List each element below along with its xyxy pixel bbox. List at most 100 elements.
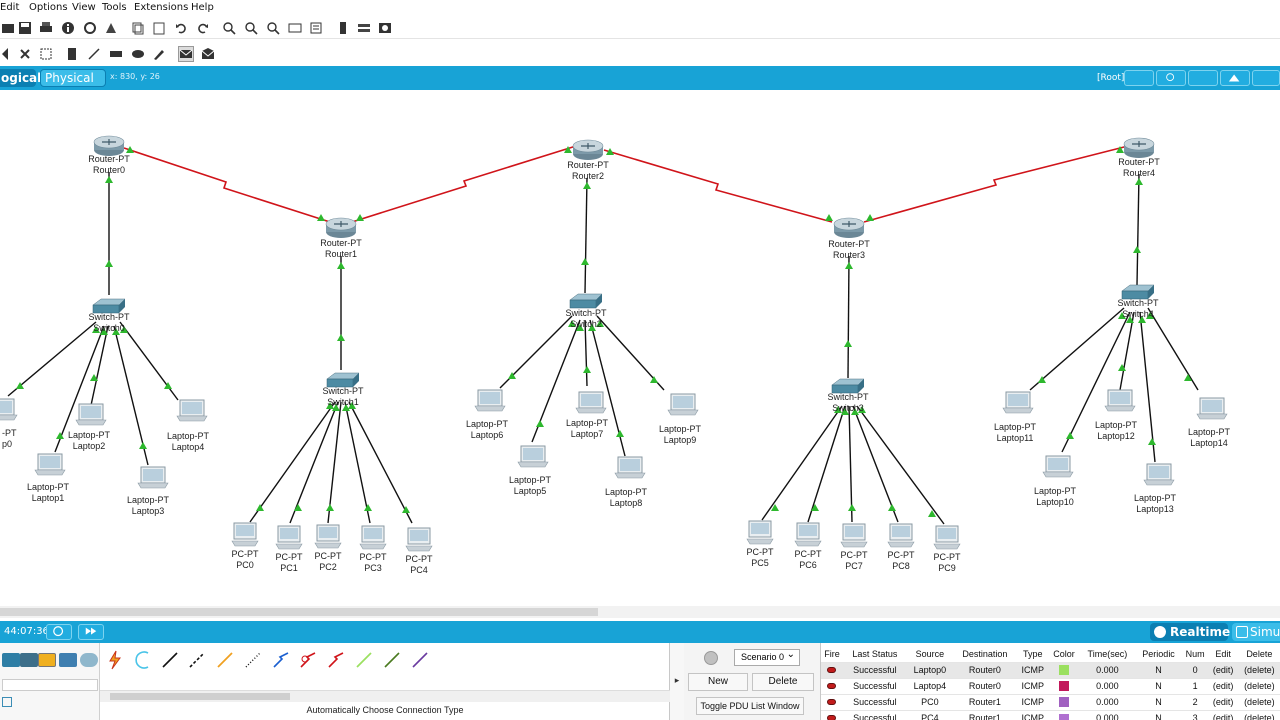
coaxial-icon[interactable]	[270, 649, 292, 671]
serial-dce-icon[interactable]	[297, 649, 319, 671]
table-row[interactable]: Successful Laptop0 Router0 ICMP 0.000 N …	[821, 661, 1280, 678]
redo-icon[interactable]	[195, 20, 211, 36]
copy-icon[interactable]	[130, 20, 146, 36]
fire-icon[interactable]	[827, 683, 837, 689]
table-row[interactable]: Successful PC4 Router1 ICMP 0.000 N 3 (e…	[821, 709, 1280, 720]
network-canvas[interactable]: Router-PT Router0 Router-PT Router1 Router…	[0, 90, 1280, 606]
link-router3-router4[interactable]	[863, 145, 1129, 223]
info-icon[interactable]	[60, 20, 76, 36]
zoom-in-icon[interactable]	[221, 20, 237, 36]
environment-button[interactable]	[1252, 70, 1280, 86]
rectangle-icon[interactable]	[108, 46, 124, 62]
menu-extensions[interactable]: Extensions	[134, 2, 188, 13]
end-devices-icon[interactable]	[20, 653, 38, 667]
custom-device-icon[interactable]	[308, 20, 324, 36]
components-icon[interactable]	[59, 653, 77, 667]
grid-icon[interactable]	[2, 697, 12, 707]
connection-scrollbar[interactable]	[100, 690, 670, 702]
table-row[interactable]: Successful Laptop4 Router0 ICMP 0.000 N …	[821, 677, 1280, 694]
connections-icon[interactable]	[38, 653, 56, 667]
note-icon[interactable]	[64, 46, 80, 62]
link-router1-router2[interactable]	[351, 145, 577, 223]
phone-cable-icon[interactable]	[242, 649, 264, 671]
pdu-edit-link[interactable]: (edit)	[1208, 693, 1238, 710]
fire-icon[interactable]	[827, 699, 837, 705]
menu-help[interactable]: Help	[191, 2, 214, 13]
menu-options[interactable]: Options	[29, 2, 68, 13]
zoom-reset-icon[interactable]	[243, 20, 259, 36]
scenario-info-icon[interactable]	[704, 651, 718, 665]
screenshot-icon[interactable]	[377, 20, 393, 36]
pdu-delete-link[interactable]: (delete)	[1237, 693, 1280, 710]
set-tiled-background-button[interactable]	[1188, 70, 1218, 86]
pdu-edit-link[interactable]: (edit)	[1208, 661, 1238, 678]
fast-forward-button[interactable]	[78, 624, 104, 640]
viewport-button[interactable]	[1220, 70, 1250, 86]
console-cable-icon[interactable]	[132, 649, 154, 671]
undo-icon[interactable]	[173, 20, 189, 36]
server-icon[interactable]	[356, 20, 372, 36]
menu-view[interactable]: View	[72, 2, 96, 13]
new-scenario-button[interactable]: New	[688, 673, 748, 691]
link-router0-router1[interactable]	[123, 147, 331, 223]
zoom-out-icon[interactable]	[265, 20, 281, 36]
open-icon[interactable]	[0, 20, 16, 36]
table-row[interactable]: Successful PC0 Router1 ICMP 0.000 N 2 (e…	[821, 693, 1280, 710]
pdu-edit-link[interactable]: (edit)	[1208, 677, 1238, 694]
iot-cable-icon[interactable]	[381, 649, 403, 671]
pdu-delete-link[interactable]: (delete)	[1237, 709, 1280, 720]
auto-connection-icon[interactable]	[104, 649, 126, 671]
network-wizard-icon[interactable]	[82, 20, 98, 36]
copper-cross-icon[interactable]	[186, 649, 208, 671]
panel-collapse-arrow[interactable]: ▸	[670, 643, 684, 720]
router1-type: Router-PT	[320, 238, 362, 248]
menu-tools[interactable]: Tools	[102, 2, 127, 13]
tab-physical[interactable]: Physical	[40, 69, 106, 87]
usb-cable-icon[interactable]	[409, 649, 431, 671]
new-cluster-button[interactable]	[1124, 70, 1154, 86]
simulation-mode-button[interactable]: Simul	[1232, 623, 1280, 641]
pc6-label: PC-PT PC6	[795, 549, 822, 571]
drawing-palette-icon[interactable]	[287, 20, 303, 36]
delete-icon[interactable]	[17, 46, 33, 62]
menu-edit[interactable]: Edit	[0, 2, 19, 13]
toggle-pdu-list-button[interactable]: Toggle PDU List Window	[696, 697, 804, 715]
paste-icon[interactable]	[151, 20, 167, 36]
serial-dte-icon[interactable]	[325, 649, 347, 671]
canvas-horizontal-scrollbar[interactable]	[0, 606, 1280, 618]
scrollbar-thumb[interactable]	[0, 608, 598, 616]
switch2-icon	[569, 293, 603, 309]
ellipse-icon[interactable]	[130, 46, 146, 62]
power-cycle-button[interactable]	[46, 624, 72, 640]
select-icon[interactable]	[0, 46, 16, 62]
fiber-icon[interactable]	[214, 649, 236, 671]
link-router2-router3[interactable]	[603, 149, 833, 223]
pdu-delete-link[interactable]: (delete)	[1237, 661, 1280, 678]
activity-wizard-icon[interactable]	[103, 20, 119, 36]
misc-icon[interactable]	[80, 653, 98, 667]
draw-line-icon[interactable]	[86, 46, 102, 62]
switch3-icon	[831, 378, 865, 394]
inspect-icon[interactable]	[38, 46, 54, 62]
realtime-mode-button[interactable]: Realtime	[1150, 623, 1230, 641]
router2-type: Router-PT	[567, 160, 609, 170]
tab-logical[interactable]: ogical	[0, 69, 41, 87]
fire-icon[interactable]	[827, 715, 837, 720]
octal-cable-icon[interactable]	[353, 649, 375, 671]
network-devices-icon[interactable]	[2, 653, 20, 667]
add-complex-pdu-icon[interactable]	[200, 46, 216, 62]
scenario-select[interactable]: Scenario 0	[734, 647, 800, 666]
print-icon[interactable]	[38, 20, 54, 36]
device-subtype-field[interactable]	[2, 679, 98, 691]
freeform-icon[interactable]	[151, 46, 167, 62]
pdu-delete-link[interactable]: (delete)	[1237, 677, 1280, 694]
fire-icon[interactable]	[827, 667, 837, 673]
add-simple-pdu-icon[interactable]	[178, 46, 194, 62]
pdu-edit-link[interactable]: (edit)	[1208, 709, 1238, 720]
save-icon[interactable]	[17, 20, 33, 36]
copper-straight-icon[interactable]	[159, 649, 181, 671]
pda-icon[interactable]	[335, 20, 351, 36]
connection-scroll-thumb[interactable]	[110, 693, 290, 700]
delete-scenario-button[interactable]: Delete	[752, 673, 814, 691]
move-object-button[interactable]	[1156, 70, 1186, 86]
